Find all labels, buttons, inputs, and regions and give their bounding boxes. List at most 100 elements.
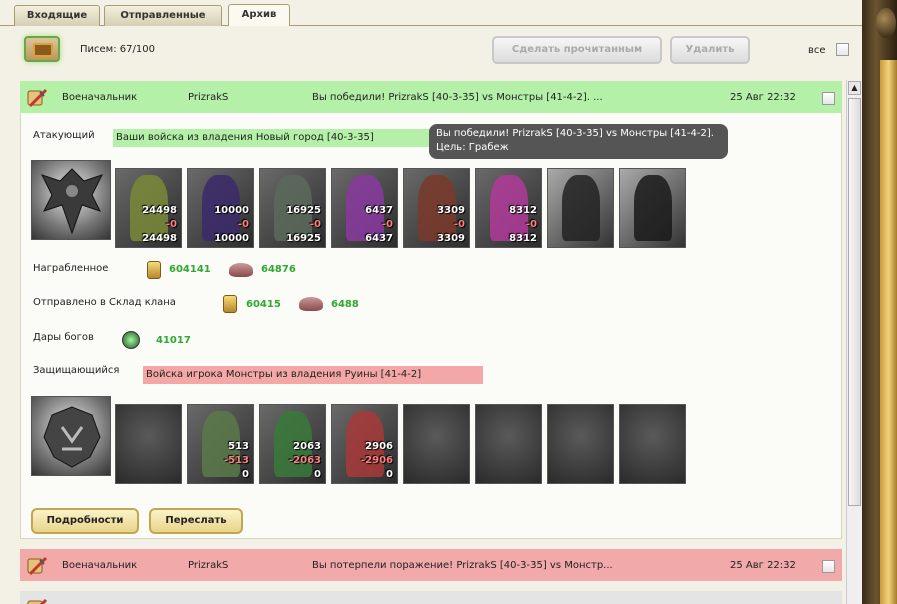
subject-tooltip: Вы победили! PrizrakS [40-3-35] vs Монст… [429,124,728,159]
gods-gifts-value: 41017 [156,335,191,346]
tab-inbox[interactable]: Входящие [14,5,100,26]
attacker-bar: Ваши войска из владения Новый город [40-… [113,129,431,147]
unit-remaining: 10000 [214,233,249,244]
sword-scroll-icon [27,598,48,604]
loot-ore: 64876 [261,264,296,275]
unit-count: 3309 [437,205,465,216]
defender-unit-empty [619,404,686,484]
decorative-border [862,0,897,604]
unit-remaining: 16925 [286,233,321,244]
unit-remaining: 3309 [437,233,465,244]
unit-remaining: 0 [242,469,249,480]
attacker-portrait [31,160,111,240]
battle-report: Атакующий Ваши войска из владения Новый … [20,113,842,539]
attacker-unit[interactable]: 8312 -0 8312 [475,168,542,248]
message-date: 25 Авг 22:32 [730,92,796,103]
message-sender: PrizrakS [188,92,229,103]
ore-icon [229,263,253,277]
forward-button[interactable]: Переслать [149,508,243,534]
tab-bar: Входящие Отправленные Архив [0,0,862,26]
archive-chest-button[interactable] [24,36,60,62]
defender-unit-empty [475,404,542,484]
loot-label: Награбленное [33,263,109,274]
clan-gold: 60415 [246,299,281,310]
unit-loss: -0 [525,219,537,230]
unit-count: 16925 [286,205,321,216]
message-row[interactable]: Военачальник PrizrakS Вы победили! Prizr… [20,81,842,113]
toolbar: Писем: 67/100 Сделать прочитанным Удалит… [10,26,862,76]
unit-remaining: 24498 [142,233,177,244]
defender-unit-empty [115,404,182,484]
message-sender: PrizrakS [188,560,229,571]
clan-storage-label: Отправлено в Склад клана [33,297,176,308]
chest-icon [33,43,53,57]
mark-read-button[interactable]: Сделать прочитанным [492,36,662,64]
unit-count: 8312 [509,205,537,216]
unit-loss: -0 [381,219,393,230]
defender-unit[interactable]: 513 -513 0 [187,404,254,484]
unit-loss: -513 [223,455,249,466]
gold-icon [147,261,161,279]
unit-count: 10000 [214,205,249,216]
ornament-icon [876,8,896,38]
tab-sent[interactable]: Отправленные [104,5,222,26]
defender-unit-empty [547,404,614,484]
delete-button[interactable]: Удалить [670,36,750,64]
letters-count: Писем: 67/100 [80,44,155,55]
scroll-up-icon[interactable]: ▲ [848,81,861,95]
ore-icon [299,297,323,311]
hooded-figure-icon [562,175,600,241]
attacker-unit[interactable]: 10000 -0 10000 [187,168,254,248]
attacker-unit[interactable]: 6437 -0 6437 [331,168,398,248]
orb-icon [122,331,140,349]
unit-count: 2063 [293,441,321,452]
select-all-checkbox[interactable] [836,43,849,56]
attacker-unit[interactable]: 24498 -0 24498 [115,168,182,248]
message-type: Военачальник [62,92,138,103]
unit-count: 24498 [142,205,177,216]
unit-remaining: 8312 [509,233,537,244]
message-checkbox[interactable] [822,92,835,105]
attacker-unit-locked [619,168,686,248]
message-type: Военачальник [62,560,138,571]
demon-emblem-icon [43,406,101,468]
message-subject[interactable]: Вы победили! PrizrakS [40-3-35] vs Монст… [312,92,603,103]
unit-loss: -0 [309,219,321,230]
clan-ore: 6488 [331,299,359,310]
defender-label: Защищающийся [33,365,120,376]
message-row[interactable]: Военачальник PrizrakS Вы потерпели пораж… [20,549,842,581]
scroll-thumb[interactable] [848,98,861,506]
message-date: 25 Авг 22:32 [730,560,796,571]
list-scrollbar[interactable]: ▲ [846,80,862,604]
unit-loss: -2063 [289,455,321,466]
select-all-label: все [808,45,826,56]
unit-count: 2906 [365,441,393,452]
spider-knight-icon [634,175,672,241]
attacker-unit[interactable]: 3309 -0 3309 [403,168,470,248]
unit-loss: -0 [237,219,249,230]
unit-remaining: 0 [386,469,393,480]
gold-icon [223,295,237,313]
defender-portrait [31,396,111,476]
message-subject[interactable]: Вы потерпели поражение! PrizrakS [40-3-3… [312,560,613,571]
dragon-emblem-icon [41,168,103,235]
details-button[interactable]: Подробности [31,508,139,534]
unit-remaining: 6437 [365,233,393,244]
attacker-unit[interactable]: 16925 -0 16925 [259,168,326,248]
message-row[interactable] [20,591,842,604]
tab-archive[interactable]: Архив [228,4,290,26]
unit-loss: -0 [453,219,465,230]
message-checkbox[interactable] [822,560,835,573]
unit-loss: -0 [165,219,177,230]
attacker-unit-locked [547,168,614,248]
loot-gold: 604141 [169,264,211,275]
unit-remaining: 0 [314,469,321,480]
unit-count: 513 [228,441,249,452]
gods-gifts-label: Дары богов [33,332,94,343]
unit-count: 6437 [365,205,393,216]
defender-unit-empty [403,404,470,484]
defender-unit[interactable]: 2906 -2906 0 [331,404,398,484]
attacker-label: Атакующий [33,130,95,141]
sword-scroll-icon [27,556,48,576]
defender-unit[interactable]: 2063 -2063 0 [259,404,326,484]
